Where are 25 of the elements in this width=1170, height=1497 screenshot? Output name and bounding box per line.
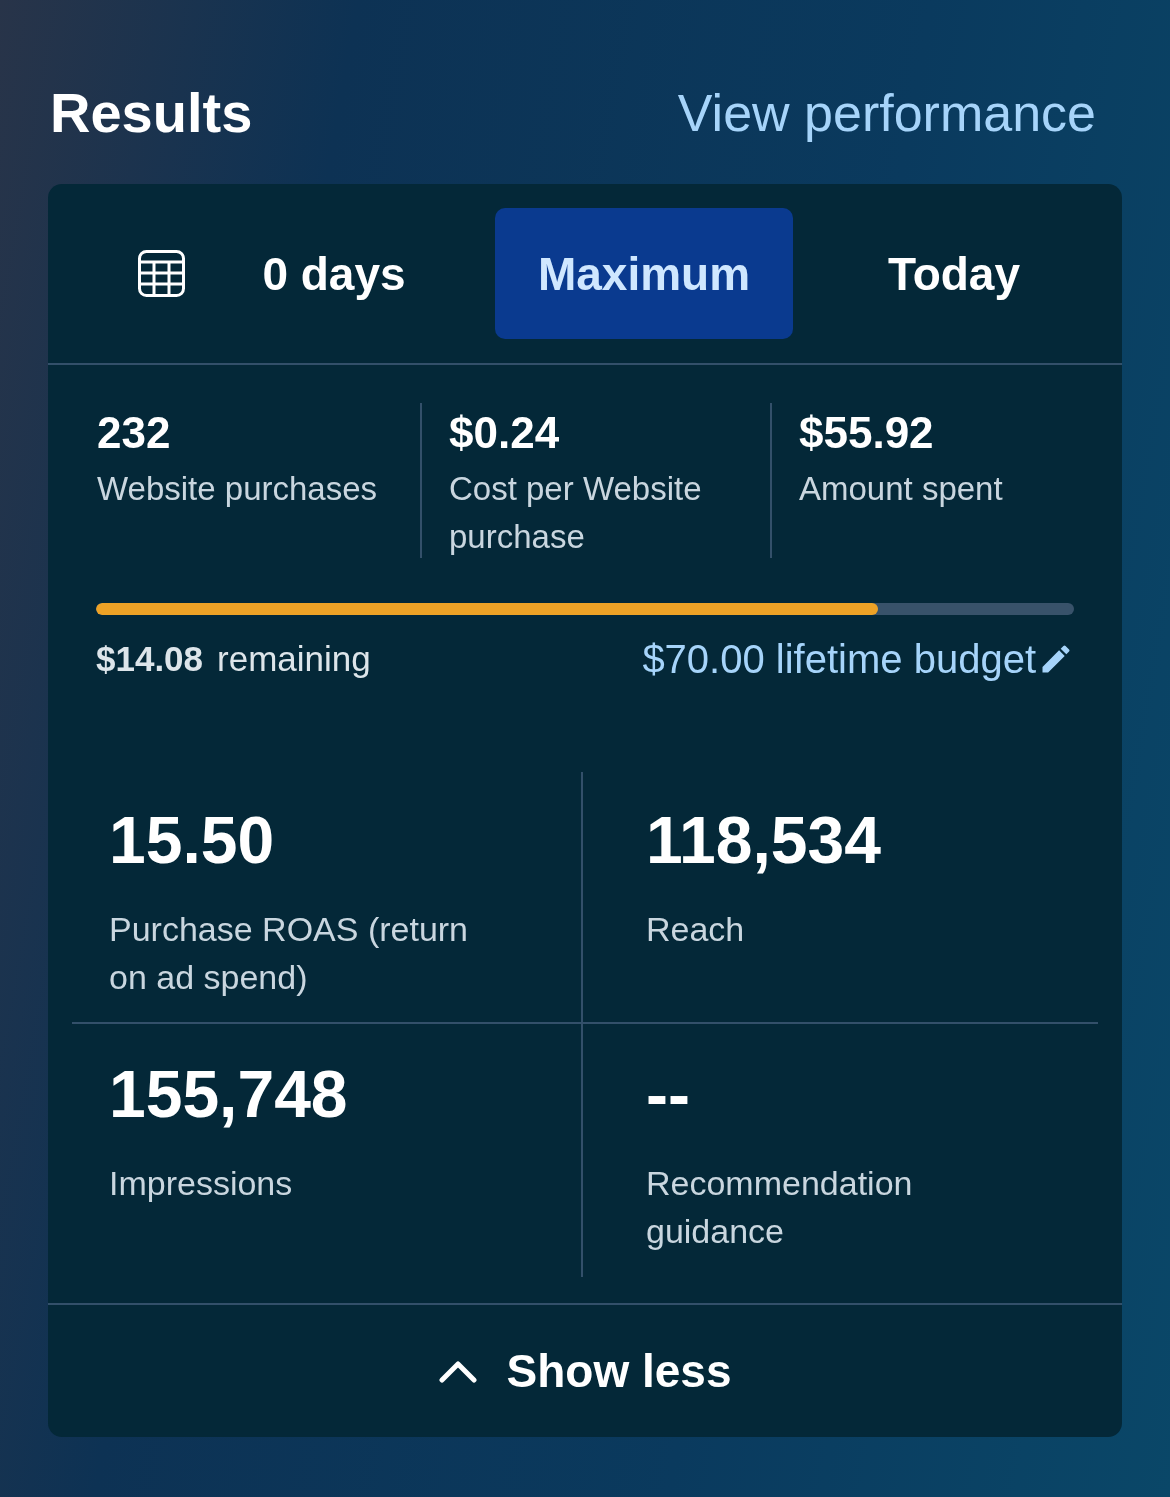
stat-label: Cost per Website purchase bbox=[449, 469, 703, 557]
stat-value: 232 bbox=[97, 408, 171, 458]
show-less-button[interactable]: Show less bbox=[438, 1343, 732, 1399]
lifetime-budget-link[interactable]: $70.00 lifetime budget bbox=[642, 635, 1036, 683]
date-range-tab[interactable]: Maximum bbox=[495, 208, 793, 339]
stat-value: $0.24 bbox=[449, 408, 560, 458]
metric-label: Reach bbox=[646, 909, 745, 950]
stat-value: $55.92 bbox=[799, 408, 934, 458]
view-performance-link[interactable]: View performance bbox=[677, 81, 1096, 145]
metric-value: -- bbox=[646, 1058, 690, 1130]
metric-label: Impressions bbox=[109, 1163, 293, 1204]
remaining-amount: $14.08 bbox=[96, 638, 204, 680]
metric-label: Purchase ROAS (return on ad spend) bbox=[109, 909, 470, 998]
date-range-tab[interactable]: Today bbox=[887, 245, 1021, 302]
metric-value: 118,534 bbox=[646, 804, 881, 876]
metric-label: Recommendation guidance bbox=[646, 1163, 914, 1252]
metric-value: 15.50 bbox=[109, 804, 275, 876]
section-title: Results bbox=[50, 81, 253, 145]
date-range-tab[interactable]: 0 days bbox=[262, 245, 406, 302]
stat-label: Website purchases bbox=[97, 469, 378, 509]
remaining-label: remaining bbox=[217, 638, 371, 680]
chevron-up-icon bbox=[438, 1359, 477, 1383]
stat-label: Amount spent bbox=[799, 469, 1003, 509]
metric-value: 155,748 bbox=[109, 1058, 348, 1130]
calendar-grid-icon[interactable] bbox=[138, 250, 185, 297]
